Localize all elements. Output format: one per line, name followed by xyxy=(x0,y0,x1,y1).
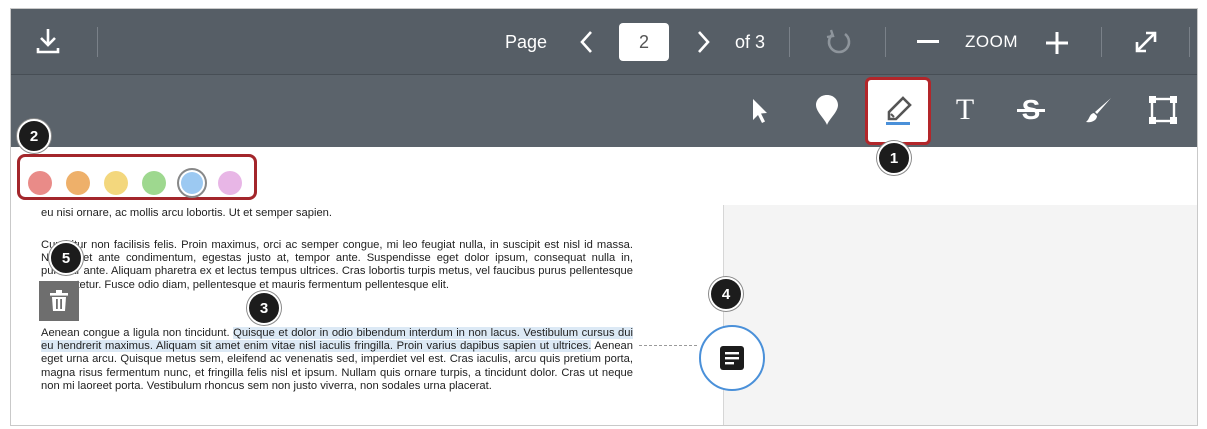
comment-button[interactable] xyxy=(699,325,765,391)
color-swatch-green[interactable] xyxy=(142,171,166,195)
callout-badge-2: 2 xyxy=(17,119,51,153)
page-label: Page xyxy=(505,31,548,52)
callout-badge-4: 4 xyxy=(709,277,743,311)
comment-pane xyxy=(724,205,1197,425)
page-count: of 3 xyxy=(735,31,766,52)
annotation-toolbar: T S xyxy=(11,75,1197,147)
color-palette-bar xyxy=(11,147,1197,206)
paragraph-3-text: Aenean congue a ligula non tincidunt. xyxy=(41,327,234,339)
pin-icon[interactable] xyxy=(803,84,851,136)
paragraph-2: Curabitur non facilisis felis. Proin max… xyxy=(41,239,633,291)
document-page: eu nisi ornare, ac mollis arcu lobortis.… xyxy=(11,205,724,425)
strikethrough-icon[interactable]: S xyxy=(1007,84,1055,136)
area-icon[interactable] xyxy=(1139,84,1187,136)
delete-annotation-button[interactable] xyxy=(39,281,79,321)
fullscreen-icon[interactable] xyxy=(1131,27,1161,57)
color-swatch-red[interactable] xyxy=(28,171,52,195)
callout-badge-3: 3 xyxy=(247,291,281,325)
color-swatch-pink[interactable] xyxy=(218,171,242,195)
zoom-label: ZOOM xyxy=(965,32,1018,51)
pointer-icon[interactable] xyxy=(735,84,783,136)
download-icon[interactable] xyxy=(33,25,63,57)
color-swatch-blue[interactable] xyxy=(177,168,207,198)
annotation-connector xyxy=(639,345,697,346)
trash-icon xyxy=(50,290,68,311)
highlighter-icon[interactable] xyxy=(865,77,931,145)
top-toolbar: Page of 3 ZOOM xyxy=(11,9,1197,75)
callout-badge-1: 1 xyxy=(877,141,911,175)
chevron-right-icon[interactable] xyxy=(693,27,715,57)
rotate-icon[interactable] xyxy=(823,26,855,58)
paragraph-1: eu nisi ornare, ac mollis arcu lobortis.… xyxy=(41,207,333,219)
page-number-input[interactable] xyxy=(619,23,669,61)
color-swatch-group xyxy=(17,154,257,200)
document-viewer: Page of 3 ZOOM xyxy=(10,8,1198,426)
zoom-out-icon[interactable] xyxy=(915,31,941,53)
brush-icon[interactable] xyxy=(1075,84,1123,136)
comment-icon xyxy=(720,346,744,370)
chevron-left-icon[interactable] xyxy=(575,27,597,57)
color-swatch-orange[interactable] xyxy=(66,171,90,195)
text-icon[interactable]: T xyxy=(941,84,989,136)
color-swatch-yellow[interactable] xyxy=(104,171,128,195)
callout-badge-5: 5 xyxy=(49,241,83,275)
zoom-in-icon[interactable] xyxy=(1045,31,1069,55)
paragraph-3: Aenean congue a ligula non tincidunt. Qu… xyxy=(41,327,633,393)
